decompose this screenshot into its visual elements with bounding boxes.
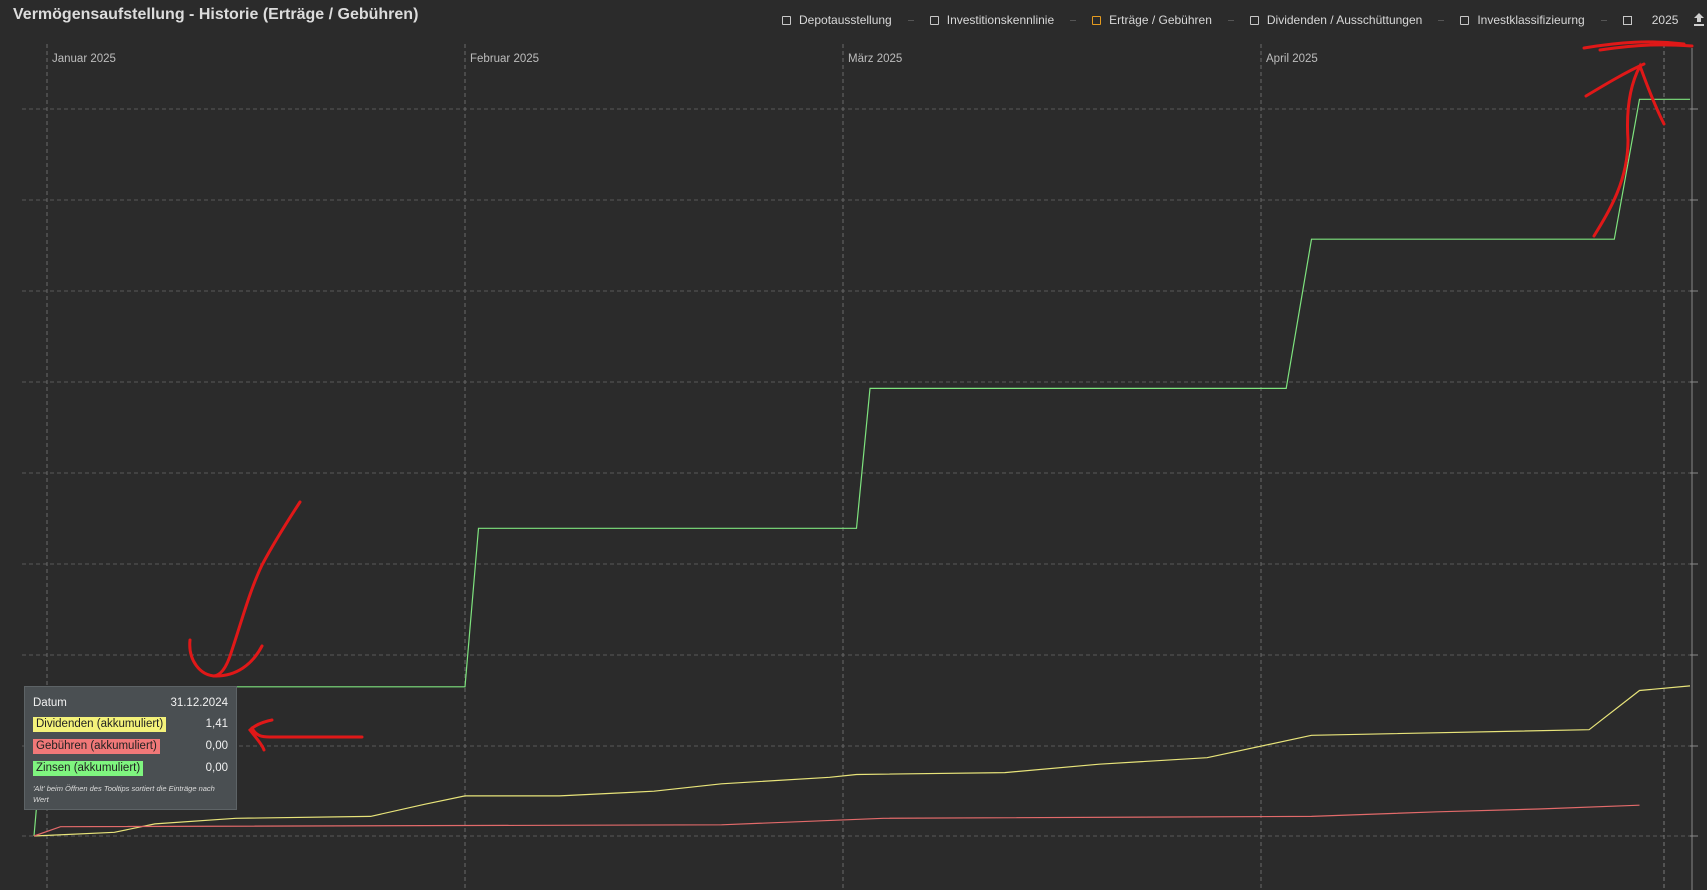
chart-area: Januar 2025 Februar 2025 März 2025 April 20… [22, 40, 1698, 890]
series-line-dividenden [33, 685, 1691, 837]
tooltip-series-label: Zinsen (akkumuliert) [33, 760, 144, 776]
chart-series [33, 98, 1691, 837]
red-annotations [188, 40, 1694, 752]
tooltip-series-label: Dividenden (akkumuliert) [33, 716, 167, 732]
x-tick-label: März 2025 [848, 53, 902, 65]
tooltip-series-value: 0,00 [205, 762, 228, 774]
tooltip-row-gebuehren: Gebühren (akkumuliert) 0,00 [33, 738, 228, 754]
chart-grid [22, 44, 1698, 890]
tooltip-row-zinsen: Zinsen (akkumuliert) 0,00 [33, 760, 228, 776]
series-line-gebühren [33, 804, 1640, 837]
tooltip-series-value: 1,41 [205, 718, 228, 730]
tooltip-series-label: Gebühren (akkumuliert) [33, 738, 160, 754]
x-tick-label: Januar 2025 [52, 53, 116, 65]
series-line-zinsen [33, 98, 1690, 837]
tooltip-row-dividenden: Dividenden (akkumuliert) 1,41 [33, 716, 228, 732]
tooltip-date-row: Datum 31.12.2024 [33, 695, 228, 711]
x-tick-label: April 2025 [1266, 53, 1318, 65]
tooltip-date-value: 31.12.2024 [170, 697, 228, 709]
tooltip-series-value: 0,00 [205, 740, 228, 752]
tooltip-date-label: Datum [33, 697, 67, 709]
x-axis-labels: Januar 2025 Februar 2025 März 2025 April 20… [52, 53, 1318, 65]
x-tick-label: Februar 2025 [470, 53, 539, 65]
chart-tooltip: Datum 31.12.2024 Dividenden (akkumuliert… [24, 686, 237, 810]
tooltip-note: 'Alt' beim Öffnen des Tooltips sortiert … [33, 784, 215, 804]
